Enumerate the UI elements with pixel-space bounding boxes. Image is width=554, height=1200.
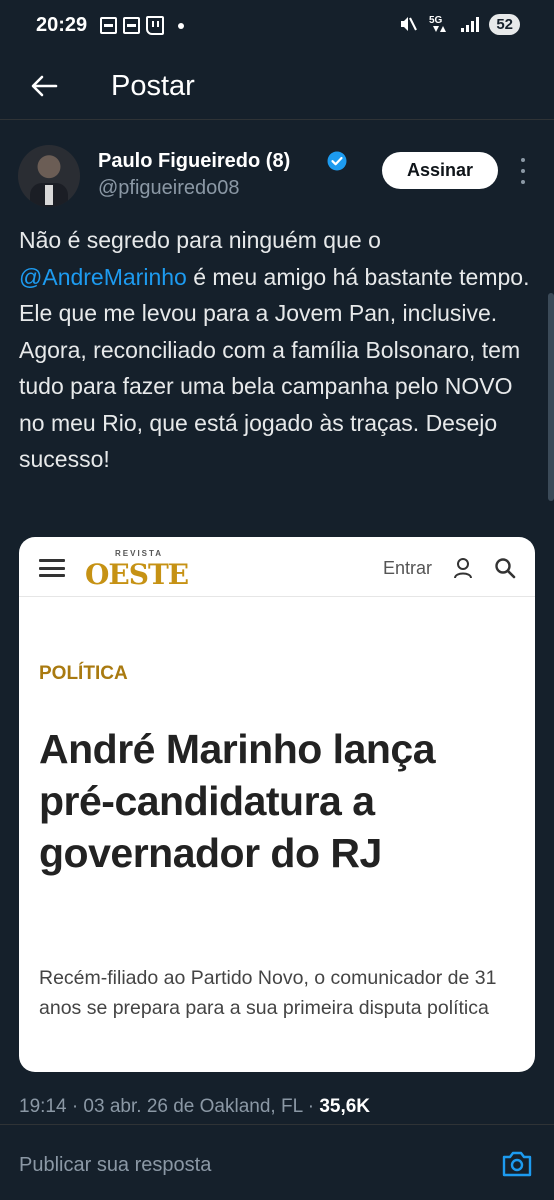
mention-link[interactable]: @AndreMarinho: [19, 264, 187, 290]
link-preview-card[interactable]: REVISTA OESTE Entrar POLÍTICA André Mari…: [19, 537, 535, 1072]
tweet-text-part: Não é segredo para ninguém que o: [19, 227, 381, 253]
signal-icon: [461, 17, 480, 32]
view-count: 35,6K: [319, 1096, 371, 1117]
scrollbar[interactable]: [548, 293, 554, 501]
subscribe-button[interactable]: Assinar: [382, 152, 498, 189]
battery-indicator: 52: [489, 13, 520, 35]
more-notifications-dot-icon: [178, 22, 184, 29]
twitch-icon: [146, 16, 164, 35]
article-category: POLÍTICA: [39, 663, 128, 684]
user-icon: [454, 558, 472, 579]
back-button[interactable]: [28, 70, 60, 102]
author-name[interactable]: Paulo Figueiredo (8): [98, 150, 290, 173]
reply-input[interactable]: [19, 1151, 459, 1179]
system-icons: 5G 52: [398, 13, 520, 35]
notification-app-icon: [100, 17, 117, 34]
reply-bar: [0, 1124, 554, 1200]
logo-small-text: REVISTA: [115, 549, 164, 558]
back-arrow-icon: [31, 75, 58, 97]
notification-app-icon: [123, 17, 140, 34]
article-headline: André Marinho lança pré-candidatura a go…: [39, 726, 436, 876]
network-label: 5G: [429, 15, 443, 26]
hamburger-menu-icon: [39, 559, 65, 577]
status-time: 20:29: [36, 14, 88, 36]
network-5g-icon: 5G: [429, 15, 447, 32]
camera-icon[interactable]: [501, 1149, 533, 1179]
search-icon: [495, 558, 516, 579]
site-logo: REVISTA OESTE: [85, 549, 189, 591]
notification-icons: [100, 16, 184, 35]
status-bar: 20:29 5G 52: [0, 0, 554, 54]
avatar[interactable]: [18, 145, 80, 207]
top-bar: Postar: [0, 54, 554, 120]
logo-text: OESTE: [85, 558, 189, 591]
tweet-meta: 19:14 · 03 abr. 26 de Oakland, FL · 35,6…: [19, 1096, 370, 1118]
tweet-text: Não é segredo para ninguém que o @AndreM…: [19, 222, 539, 478]
tweet-timestamp: 19:14 · 03 abr. 26 de Oakland, FL ·: [19, 1096, 320, 1117]
article-subheadline: Recém-filiado ao Partido Novo, o comunic…: [39, 967, 497, 1019]
more-options-icon[interactable]: [516, 158, 530, 184]
mute-icon: [401, 17, 418, 31]
tweet-text-part: é meu amigo há bastante tempo. Ele que m…: [19, 263, 530, 473]
verified-badge-icon: [327, 151, 347, 171]
author-handle[interactable]: @pfigueiredo08: [98, 177, 240, 200]
page-title: Postar: [111, 70, 195, 102]
card-site-header: REVISTA OESTE Entrar: [19, 537, 535, 597]
login-label: Entrar: [383, 558, 433, 578]
